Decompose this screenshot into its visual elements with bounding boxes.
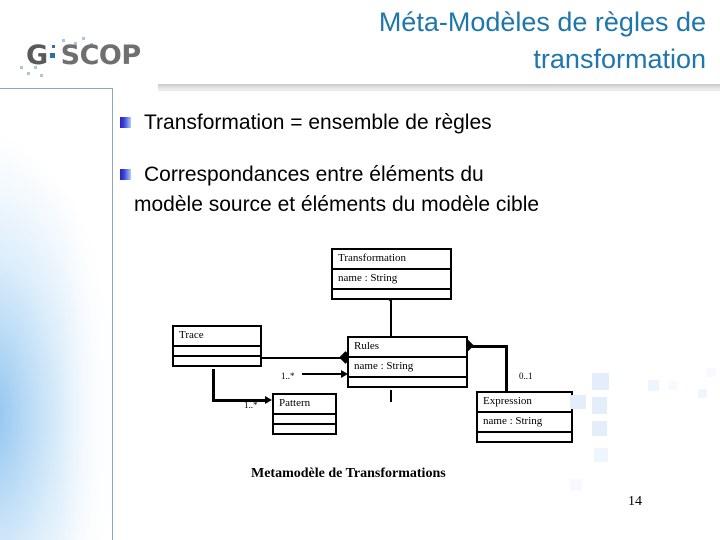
uml-class-operations — [274, 425, 335, 433]
logo-text: G SCOP — [26, 42, 141, 69]
uml-class-operations — [349, 378, 466, 386]
aggregation-diamond-transformation — [384, 289, 397, 302]
uml-class-name: Expression — [478, 393, 571, 413]
left-panel-gradient-overlay — [0, 89, 112, 540]
edge-rules-expression-vertical — [505, 345, 508, 393]
page-title: Méta-Modèles de règles de transformation — [220, 4, 706, 78]
uml-class-transformation: Transformation name : String — [331, 248, 452, 300]
left-decorative-panel — [0, 88, 113, 540]
decorative-square — [698, 389, 707, 398]
uml-class-operations — [333, 290, 450, 298]
decorative-square — [592, 373, 609, 390]
uml-class-trace: Trace — [172, 325, 262, 367]
header-rule-line — [158, 90, 720, 91]
page-title-line1: Méta-Modèles de règles de — [378, 7, 706, 37]
edge-trace-rules — [262, 357, 348, 359]
decorative-square — [594, 448, 608, 462]
square-bullet-icon — [120, 169, 131, 180]
logo-text-scop: SCOP — [60, 40, 142, 71]
edge-pattern-right-vertical — [334, 402, 337, 434]
bullet-text-continuation: modèle source et éléments du modèle cibl… — [134, 193, 540, 216]
uml-class-name: Trace — [174, 327, 260, 347]
multiplicity-rules: 1..* — [281, 371, 295, 381]
uml-class-expression: Expression name : String — [476, 391, 573, 443]
uml-class-name: Rules — [349, 338, 466, 358]
decorative-square — [668, 381, 677, 390]
diagram-caption: Metamodèle de Transformations — [251, 466, 446, 481]
edge-transformation-rules — [390, 296, 392, 338]
decorative-square — [570, 395, 586, 409]
decorative-square — [707, 368, 716, 377]
uml-class-pattern: Pattern — [272, 393, 337, 435]
edge-trace-pattern-vertical — [212, 369, 215, 402]
edge-rules-expression-horizontal — [468, 345, 508, 348]
aggregation-diamond-rules-right — [461, 339, 474, 352]
list-item: Correspondances entre éléments du modèle… — [112, 160, 712, 220]
uml-class-operations — [174, 357, 260, 365]
uml-class-attribute: name : String — [333, 270, 450, 290]
bullet-text: Transformation = ensemble de règles — [144, 111, 492, 134]
uml-class-name: Transformation — [333, 250, 450, 270]
uml-class-attribute: name : String — [349, 358, 466, 378]
slide: G SCOP Méta-Modèles de règles de transfor… — [0, 0, 720, 540]
uml-class-rules: Rules name : String — [347, 336, 468, 388]
list-item: Transformation = ensemble de règles — [112, 108, 712, 138]
edge-pattern-bottom-vertical — [390, 390, 392, 402]
logo-text-g: G — [26, 40, 48, 71]
multiplicity-expression: 0..1 — [519, 371, 533, 381]
page-title-line2: transformation — [533, 44, 706, 74]
decorative-square — [570, 479, 582, 491]
decorative-square — [648, 380, 659, 391]
uml-class-operations — [478, 433, 571, 441]
edge-pattern-rules — [302, 373, 344, 375]
uml-class-attribute — [274, 415, 335, 425]
gscop-logo: G SCOP — [18, 36, 158, 82]
arrowhead-pattern — [265, 396, 272, 404]
uml-class-attribute: name : String — [478, 413, 571, 433]
bullet-list: Transformation = ensemble de règles Corr… — [112, 106, 712, 220]
square-bullet-icon — [120, 117, 131, 128]
uml-class-name: Pattern — [274, 395, 335, 415]
decorative-square — [592, 421, 607, 436]
aggregation-diamond-rules-top — [339, 351, 352, 364]
bullet-text: Correspondances entre éléments du — [144, 163, 484, 186]
uml-class-attribute — [174, 347, 260, 357]
page-number: 14 — [628, 494, 642, 509]
decorative-square — [592, 397, 607, 414]
edge-trace-pattern-horizontal — [212, 399, 268, 402]
multiplicity-pattern: 1..* — [244, 400, 258, 410]
arrowhead-rules — [341, 370, 348, 378]
